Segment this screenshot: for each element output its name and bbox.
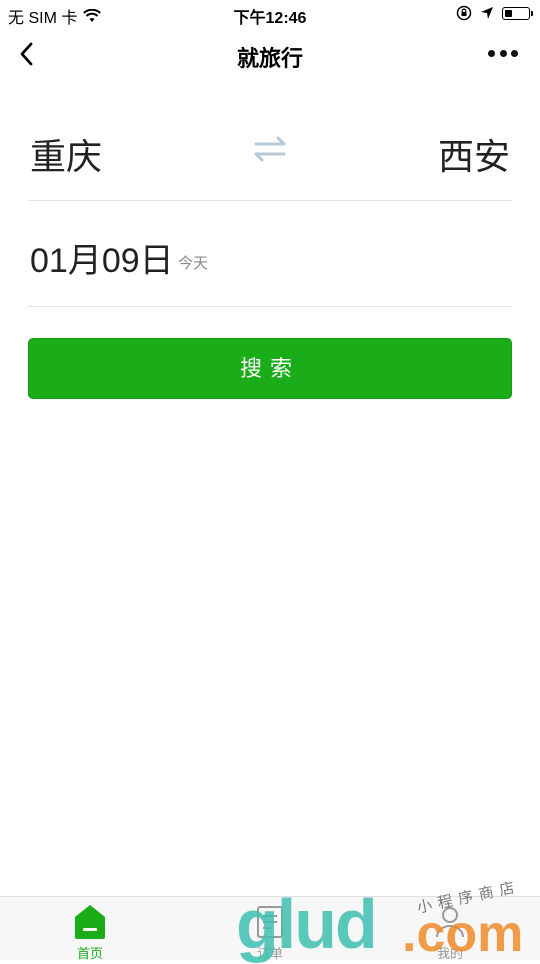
tab-home[interactable]: 首页 xyxy=(0,897,180,961)
status-bar: 无 SIM 卡 下午12:46 xyxy=(0,0,540,28)
more-dot xyxy=(488,49,495,57)
date-row[interactable]: 01月09日 今天 xyxy=(28,200,512,307)
tab-bar: 首页 订单 我的 xyxy=(0,896,540,961)
tab-orders[interactable]: 订单 xyxy=(180,897,360,961)
orders-icon xyxy=(257,906,283,938)
tab-home-label: 首页 xyxy=(76,946,103,961)
home-icon xyxy=(75,905,105,939)
swap-arrows-icon[interactable] xyxy=(250,130,290,170)
search-button[interactable]: 搜索 xyxy=(28,338,512,399)
profile-icon xyxy=(436,907,464,938)
more-dot xyxy=(511,49,518,57)
more-dot xyxy=(499,49,507,57)
orientation-lock-icon xyxy=(456,5,472,21)
tab-orders-label: 订单 xyxy=(256,946,283,961)
departure-city[interactable]: 重庆 xyxy=(30,128,102,180)
more-button[interactable] xyxy=(488,46,518,60)
tab-mine-label: 我的 xyxy=(436,946,463,961)
departure-date: 01月09日 xyxy=(30,242,174,280)
arrival-city[interactable]: 西安 xyxy=(438,128,510,180)
page-title: 就旅行 xyxy=(236,46,303,71)
battery-fill xyxy=(505,9,512,17)
date-hint: 今天 xyxy=(178,255,209,272)
tab-mine[interactable]: 我的 xyxy=(360,897,540,961)
location-arrow-icon xyxy=(481,7,493,19)
route-row: 重庆 西安 xyxy=(28,100,512,201)
battery-icon xyxy=(502,6,533,20)
nav-bar: 就旅行 xyxy=(0,28,540,82)
status-right xyxy=(456,5,533,21)
